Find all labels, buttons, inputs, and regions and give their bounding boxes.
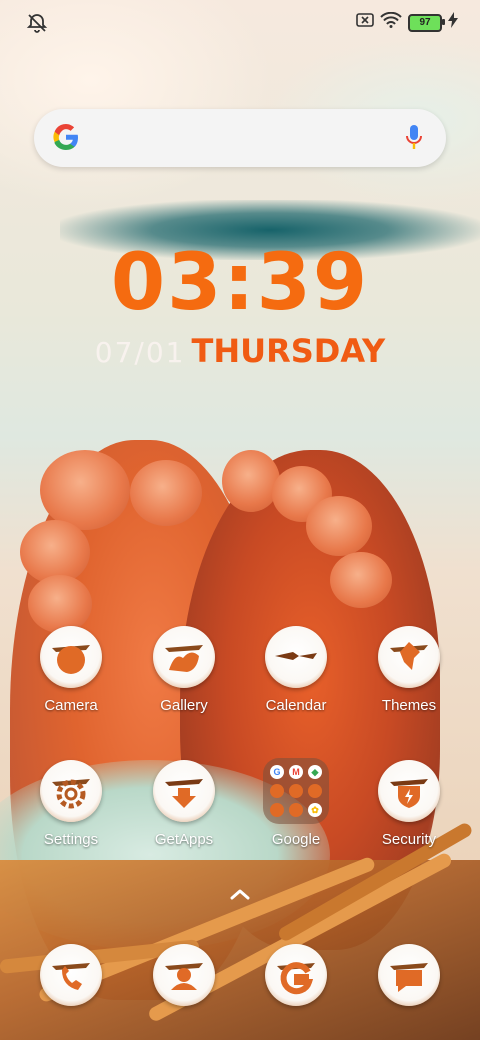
- app-gallery[interactable]: Gallery: [129, 626, 239, 714]
- sim-off-icon: [356, 13, 374, 32]
- drive-icon: [270, 784, 284, 798]
- getapps-icon: [153, 760, 215, 822]
- app-label: Themes: [381, 697, 437, 714]
- clock-date: 07/01: [94, 336, 186, 369]
- app-security[interactable]: Security: [354, 760, 464, 848]
- dock-browser[interactable]: [241, 944, 351, 1006]
- wifi-icon: [380, 11, 402, 33]
- app-label: Gallery: [160, 697, 208, 714]
- camera-icon: [40, 626, 102, 688]
- app-label: Settings: [43, 831, 99, 848]
- messages-icon: [378, 944, 440, 1006]
- clock-day: THURSDAY: [191, 332, 386, 370]
- app-google-folder[interactable]: G M ◆ ✿ Google: [241, 758, 351, 848]
- google-icon: G: [270, 765, 284, 779]
- phone-icon: [40, 944, 102, 1006]
- app-label: Security: [381, 831, 437, 848]
- alarm-off-icon: [26, 12, 48, 34]
- charging-bolt-icon: [448, 12, 458, 33]
- app-label: Calendar: [265, 697, 327, 714]
- app-label: Camera: [44, 697, 98, 714]
- mic-icon[interactable]: [404, 123, 424, 153]
- calendar-icon: [265, 626, 327, 688]
- duo-icon: [289, 803, 303, 817]
- folder-icon: G M ◆ ✿: [263, 758, 329, 824]
- browser-g-icon: [265, 944, 327, 1006]
- app-camera[interactable]: Camera: [16, 626, 126, 714]
- app-calendar[interactable]: Calendar: [241, 626, 351, 714]
- app-label: GetApps: [154, 831, 214, 848]
- settings-gear-icon: [40, 760, 102, 822]
- clock-time[interactable]: 03:39: [0, 238, 480, 328]
- dock-contacts[interactable]: [129, 944, 239, 1006]
- themes-icon: [378, 626, 440, 688]
- play-store-icon: [289, 784, 303, 798]
- dock-phone[interactable]: [16, 944, 126, 1006]
- security-shield-icon: [378, 760, 440, 822]
- clock-date-line: 07/01 THURSDAY: [0, 332, 480, 370]
- gallery-icon: [153, 626, 215, 688]
- youtube-icon: [308, 784, 322, 798]
- app-getapps[interactable]: GetApps: [129, 760, 239, 848]
- status-bar: 97: [0, 0, 480, 44]
- app-themes[interactable]: Themes: [354, 626, 464, 714]
- meet-icon: [270, 803, 284, 817]
- app-settings[interactable]: Settings: [16, 760, 126, 848]
- maps-icon: ◆: [308, 765, 322, 779]
- chevron-up-icon[interactable]: [228, 886, 252, 902]
- contacts-icon: [153, 944, 215, 1006]
- dock-messages[interactable]: [354, 944, 464, 1006]
- app-label: Google: [271, 831, 321, 848]
- google-g-icon: [50, 121, 82, 153]
- photos-icon: ✿: [308, 803, 322, 817]
- google-search-bar[interactable]: [34, 109, 446, 167]
- gmail-icon: M: [289, 765, 303, 779]
- battery-icon: 97: [408, 13, 445, 32]
